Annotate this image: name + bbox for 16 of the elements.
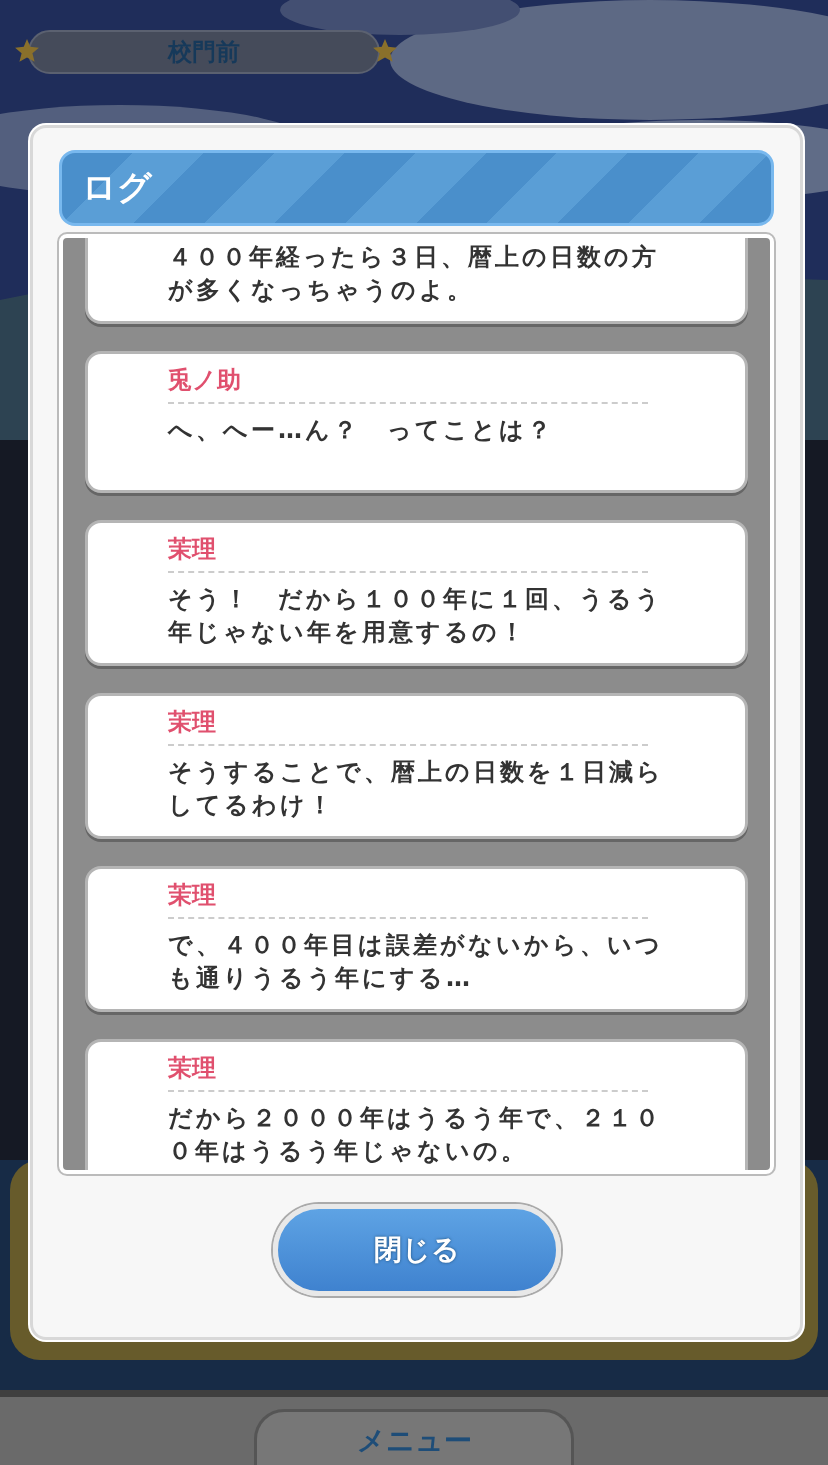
speaker-name: 茉理 <box>168 1052 648 1092</box>
speaker-name: 茉理 <box>168 879 648 919</box>
message-text: ４００年経ったら３日、暦上の日数の方が多くなっちゃうのよ。 <box>168 242 660 306</box>
message-text: そう！ だから１００年に１回、うるう年じゃない年を用意するの！ <box>168 584 664 648</box>
message-text: で、４００年目は誤差がないから、いつも通りうるう年にする… <box>168 930 664 994</box>
star-icon <box>14 38 40 64</box>
message-text: へ、へー…ん？ ってことは？ <box>168 415 555 446</box>
close-button[interactable]: 閉じる <box>272 1204 561 1296</box>
speaker-name: 兎ノ助 <box>168 364 648 404</box>
dialog-title: ログ <box>59 150 774 226</box>
message-text: そうすることで、暦上の日数を１日減らしてるわけ！ <box>168 757 665 821</box>
star-icon <box>372 38 398 64</box>
menu-button[interactable]: メニュー <box>254 1409 574 1465</box>
message-text: だから２０００年はうるう年で、２１００年はうるう年じゃないの。 <box>168 1103 663 1167</box>
speaker-name: 茉理 <box>168 706 648 746</box>
speaker-name: 茉理 <box>168 533 648 573</box>
